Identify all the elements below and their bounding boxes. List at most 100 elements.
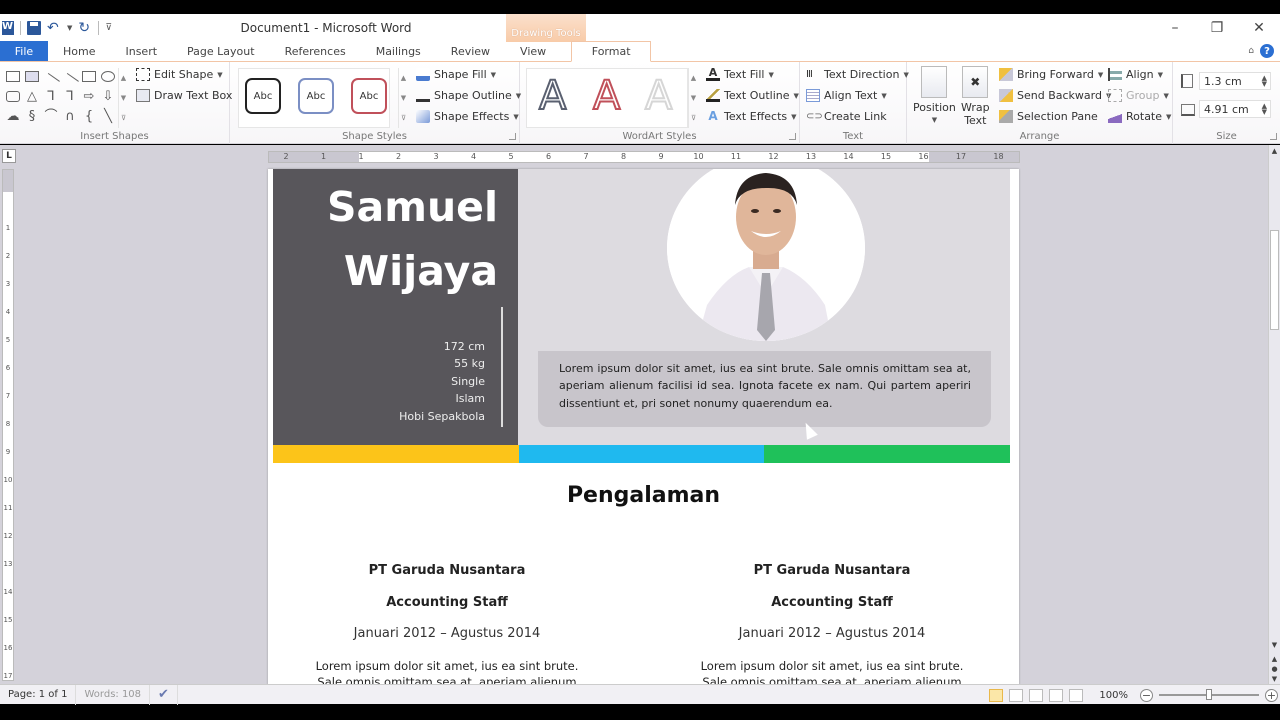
- about-text-box[interactable]: Lorem ipsum dolor sit amet, ius ea sint …: [538, 351, 991, 427]
- wordart-preset[interactable]: A: [538, 72, 567, 120]
- tab-mailings[interactable]: Mailings: [361, 41, 436, 61]
- shapes-gallery-scroll[interactable]: ▲ ▼ ⊽: [118, 68, 128, 128]
- scroll-up-icon[interactable]: ▲: [121, 68, 126, 88]
- horizontal-ruler[interactable]: 2 1 1 2 3 4 5 6 7 8 9 10 11 12 13 14 15 16 17 18: [268, 151, 1020, 163]
- print-layout-view-icon[interactable]: [989, 688, 1004, 702]
- section-title[interactable]: Pengalaman: [268, 483, 1019, 508]
- close-button[interactable]: ✕: [1238, 20, 1280, 36]
- shape-styles-gallery-scroll[interactable]: ▲ ▼ ⊽: [398, 68, 408, 128]
- send-backward-button[interactable]: Send Backward ▼: [999, 89, 1111, 102]
- browse-object-icon[interactable]: ●: [1269, 665, 1280, 673]
- text-effects-button[interactable]: A Text Effects ▼: [706, 110, 796, 124]
- more-icon[interactable]: ⊽: [401, 108, 406, 128]
- rounded-rectangle-shape-icon[interactable]: [6, 91, 20, 102]
- job-entry[interactable]: PT Garuda Nusantara Accounting Staff Jan…: [667, 563, 997, 685]
- vertical-scrollbar[interactable]: ▲ ▼ ▲ ● ▼: [1268, 145, 1280, 685]
- position-button[interactable]: Position ▼: [913, 66, 956, 127]
- restore-button[interactable]: ❐: [1196, 20, 1238, 36]
- personal-facts[interactable]: 172 cm 55 kg Single Islam Hobi Sepakbola: [399, 338, 485, 425]
- tab-view[interactable]: View: [505, 41, 561, 61]
- profile-photo[interactable]: [667, 169, 865, 341]
- width-spinner[interactable]: ▲ ▼: [1262, 103, 1270, 116]
- scroll-up-icon[interactable]: ▲: [401, 68, 406, 88]
- help-icon[interactable]: ?: [1260, 44, 1274, 58]
- down-arrow-shape-icon[interactable]: ⇩: [101, 90, 115, 103]
- vertical-ruler[interactable]: 1 2 3 4 5 6 7 8 9 10 11 12 13 14 15 16 17: [2, 169, 14, 681]
- tab-references[interactable]: References: [270, 41, 361, 61]
- word-count[interactable]: Words: 108: [76, 684, 151, 705]
- draw-text-box-button[interactable]: Draw Text Box: [136, 89, 232, 102]
- scroll-up-arrow[interactable]: ▲: [1269, 147, 1280, 155]
- job-entry[interactable]: PT Garuda Nusantara Accounting Staff Jan…: [282, 563, 612, 685]
- tab-page-layout[interactable]: Page Layout: [172, 41, 270, 61]
- shape-outline-button[interactable]: Shape Outline ▼: [416, 89, 521, 102]
- minimize-ribbon-icon[interactable]: ⌂: [1248, 46, 1254, 56]
- scroll-down-icon[interactable]: ▼: [121, 88, 126, 108]
- shape-fill-button[interactable]: Shape Fill ▼: [416, 68, 496, 81]
- previous-page-icon[interactable]: ▲: [1269, 655, 1280, 663]
- shape-height-input[interactable]: 1.3 cm ▲ ▼: [1199, 72, 1271, 90]
- page-count[interactable]: Page: 1 of 1: [0, 684, 77, 705]
- height-spinner[interactable]: ▲ ▼: [1262, 75, 1270, 88]
- line-shape-icon[interactable]: [42, 72, 60, 91]
- zoom-level[interactable]: 100%: [1099, 690, 1128, 701]
- minimize-button[interactable]: –: [1154, 20, 1196, 36]
- wordart-preset[interactable]: A: [644, 72, 673, 120]
- next-page-icon[interactable]: ▼: [1269, 675, 1280, 683]
- zoom-out-button[interactable]: −: [1140, 688, 1153, 702]
- bring-forward-button[interactable]: Bring Forward ▼: [999, 68, 1103, 81]
- align-text-button[interactable]: Align Text ▼: [806, 89, 887, 102]
- profile-name[interactable]: Samuel Wijaya: [327, 175, 498, 303]
- wordart-gallery-scroll[interactable]: ▲ ▼ ⊽: [688, 68, 698, 128]
- more-icon[interactable]: ⊽: [121, 108, 126, 128]
- triangle-shape-icon[interactable]: △: [25, 90, 39, 103]
- text-direction-button[interactable]: Ⅲ Text Direction ▼: [806, 68, 909, 81]
- align-button[interactable]: Align ▼: [1108, 68, 1163, 81]
- rectangle-shape-icon[interactable]: [82, 71, 96, 82]
- scroll-down-icon[interactable]: ▼: [401, 88, 406, 108]
- zoom-in-button[interactable]: +: [1265, 688, 1278, 702]
- selection-pane-button[interactable]: Selection Pane: [999, 110, 1098, 123]
- tab-selector[interactable]: L: [2, 149, 16, 163]
- text-fill-button[interactable]: A Text Fill ▼: [706, 67, 774, 81]
- scroll-down-icon[interactable]: ▼: [691, 88, 696, 108]
- scrollbar-thumb[interactable]: [1270, 230, 1279, 330]
- shape-style-preset[interactable]: Abc: [351, 78, 387, 114]
- zoom-slider[interactable]: [1159, 689, 1259, 700]
- rectangle-shape-icon[interactable]: [6, 71, 20, 82]
- tab-insert[interactable]: Insert: [110, 41, 172, 61]
- shape-effects-button[interactable]: Shape Effects ▼: [416, 110, 519, 123]
- right-arrow-shape-icon[interactable]: ⇨: [82, 90, 96, 103]
- web-layout-view-icon[interactable]: [1029, 688, 1044, 702]
- brace-shape-icon[interactable]: {: [82, 110, 96, 123]
- elbow-arrow-connector-icon[interactable]: ⅂: [63, 90, 77, 103]
- wrap-text-button[interactable]: ✖ Wrap Text: [961, 66, 990, 127]
- proofing-icon[interactable]: ✔: [150, 684, 178, 705]
- arrow-line-shape-icon[interactable]: [61, 72, 79, 91]
- arc-shape-icon[interactable]: ⌒: [44, 110, 58, 123]
- curve-shape-icon[interactable]: ∩: [63, 110, 77, 123]
- shape-width-input[interactable]: 4.91 cm ▲ ▼: [1199, 100, 1271, 118]
- text-outline-button[interactable]: Text Outline ▼: [706, 89, 799, 102]
- tab-file[interactable]: File: [0, 41, 48, 61]
- edit-shape-button[interactable]: Edit Shape ▼: [136, 68, 223, 81]
- tab-home[interactable]: Home: [48, 41, 110, 61]
- tab-format[interactable]: Format: [571, 41, 652, 62]
- draft-view-icon[interactable]: [1069, 688, 1084, 702]
- cloud-shape-icon[interactable]: ☁: [6, 110, 20, 123]
- shape-style-preset[interactable]: Abc: [245, 78, 281, 114]
- scroll-up-icon[interactable]: ▲: [691, 68, 696, 88]
- wordart-preset[interactable]: A: [592, 72, 621, 120]
- zoom-slider-thumb[interactable]: [1206, 689, 1212, 700]
- outline-view-icon[interactable]: [1049, 688, 1064, 702]
- rotate-button[interactable]: Rotate ▼: [1108, 110, 1171, 123]
- create-link-button[interactable]: ⊂⊃ Create Link: [806, 110, 887, 123]
- shape-style-preset[interactable]: Abc: [298, 78, 334, 114]
- group-button[interactable]: Group ▼: [1108, 89, 1169, 102]
- document-page[interactable]: Samuel Wijaya 172 cm 55 kg Single Islam …: [268, 169, 1019, 685]
- full-screen-reading-view-icon[interactable]: [1009, 688, 1024, 702]
- scroll-down-arrow[interactable]: ▼: [1269, 641, 1280, 649]
- oval-shape-icon[interactable]: [101, 71, 115, 82]
- text-box-shape-icon[interactable]: [25, 71, 39, 82]
- tab-review[interactable]: Review: [436, 41, 505, 61]
